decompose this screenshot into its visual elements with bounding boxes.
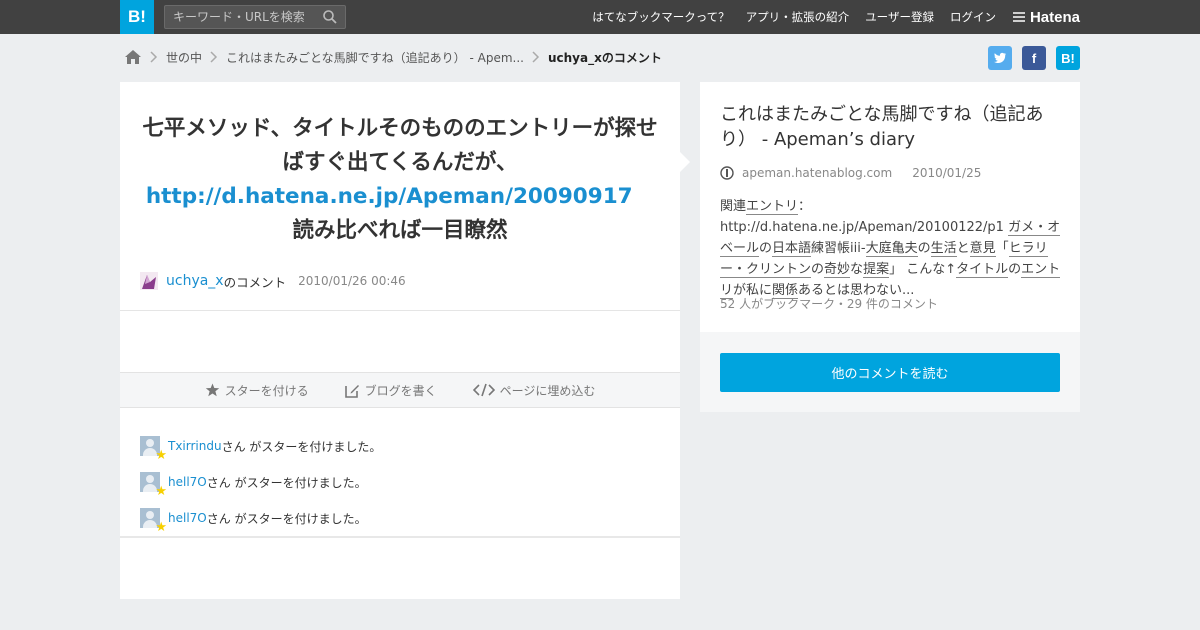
star-item: ★ Txirrindu さん がスターを付けました。 <box>140 428 660 464</box>
author-suffix: のコメント <box>223 274 287 290</box>
keyword-link[interactable]: エントリ <box>746 199 799 215</box>
breadcrumb-entry[interactable]: これはまたみごとな馬脚ですね（追記あり） - Apem... <box>226 49 524 66</box>
avatar[interactable] <box>140 272 158 290</box>
comment-link[interactable]: http://d.hatena.ne.jp/Apeman/20090917 <box>146 184 633 209</box>
entry-meta: apeman.hatenablog.com 2010/01/25 <box>720 166 981 180</box>
desc-text: と <box>956 241 970 256</box>
star-item: ★ hell7O さん がスターを付けました。 <box>140 500 660 536</box>
search-input[interactable] <box>165 6 315 28</box>
chevron-right-icon <box>150 51 158 63</box>
keyword-link[interactable]: 大庭亀夫 <box>865 241 918 257</box>
favicon-icon <box>720 166 734 180</box>
chevron-right-icon <box>532 51 540 63</box>
action-bar: スターを付ける ブログを書く ページに埋め込む <box>120 372 680 408</box>
star-user[interactable]: Txirrindu <box>168 439 222 453</box>
avatar[interactable]: ★ <box>140 472 167 498</box>
nav-about[interactable]: はてなブックマークって？ <box>592 9 729 25</box>
twitter-share-button[interactable] <box>988 46 1012 70</box>
add-star-button[interactable]: スターを付ける <box>205 382 309 399</box>
add-star-label: スターを付ける <box>224 383 309 398</box>
write-blog-button[interactable]: ブログを書く <box>344 382 437 399</box>
keyword-link[interactable]: 日本語 <box>772 241 812 257</box>
star-user[interactable]: hell7O <box>168 475 207 489</box>
desc-text: の <box>1008 262 1022 277</box>
star-text: さん がスターを付けました。 <box>206 475 367 490</box>
top-nav: はてなブックマークって？ アプリ・拡張の紹介 ユーザー登録 ログイン Haten… <box>576 0 1080 34</box>
comment-card: 七平メソッド、タイトルそのもののエントリーが探せばすぐ出てくるんだが、 http:… <box>120 82 680 599</box>
nav-login[interactable]: ログイン <box>950 9 996 25</box>
star-item: ★ hell7O さん がスターを付けました。 <box>140 464 660 500</box>
avatar[interactable]: ★ <box>140 436 167 462</box>
star-list: ★ Txirrindu さん がスターを付けました。 ★ hell7O さん が… <box>140 428 660 536</box>
author-name[interactable]: uchya_x <box>166 273 224 289</box>
entry-description: 関連エントリ：http://d.hatena.ne.jp/Apeman/2010… <box>720 196 1065 301</box>
read-other-comments-button[interactable]: 他のコメントを読む <box>720 353 1060 392</box>
keyword-link[interactable]: タイトル <box>956 262 1009 278</box>
divider <box>120 310 680 311</box>
comment-timestamp[interactable]: 2010/01/26 00:46 <box>298 274 406 288</box>
edit-icon <box>344 384 359 398</box>
nav-apps[interactable]: アプリ・拡張の紹介 <box>746 9 850 25</box>
star-text: さん がスターを付けました。 <box>206 511 367 526</box>
breadcrumb: 世の中 これはまたみごとな馬脚ですね（追記あり） - Apem... uchya… <box>124 46 662 68</box>
breadcrumb-category[interactable]: 世の中 <box>166 49 202 66</box>
entry-summary: これはまたみごとな馬脚ですね（追記あり） - Apeman’s diary ap… <box>700 82 1080 332</box>
search-icon[interactable] <box>323 10 337 24</box>
write-blog-label: ブログを書く <box>364 383 437 398</box>
comment-body: 七平メソッド、タイトルそのもののエントリーが探せばすぐ出てくるんだが、 http:… <box>140 112 660 248</box>
nav-register[interactable]: ユーザー登録 <box>865 9 934 25</box>
comment-author-row: uchya_x のコメント 2010/01/26 00:46 <box>140 271 406 291</box>
embed-label: ページに埋め込む <box>499 383 596 398</box>
entry-card: これはまたみごとな馬脚ですね（追記あり） - Apeman’s diary ap… <box>700 82 1080 412</box>
desc-text: 練習帳iii- <box>811 241 866 256</box>
search-box <box>164 5 346 29</box>
desc-text: の <box>811 262 825 277</box>
hatena-bookmark-share-button[interactable]: B! <box>1056 46 1080 70</box>
code-icon <box>472 383 495 397</box>
social-share: f B! <box>978 46 1080 70</box>
desc-text: 関連 <box>720 199 747 214</box>
star-icon <box>205 383 219 397</box>
divider <box>120 536 680 538</box>
entry-domain[interactable]: apeman.hatenablog.com <box>742 166 892 180</box>
breadcrumb-current: uchya_xのコメント <box>547 50 662 65</box>
comment-text-before: 七平メソッド、タイトルそのもののエントリーが探せばすぐ出てくるんだが、 <box>142 116 658 175</box>
desc-text: 」 こんな↑ <box>889 262 957 277</box>
keyword-link[interactable]: 奇妙 <box>824 262 851 278</box>
keyword-link[interactable]: 生活 <box>930 241 957 257</box>
keyword-link[interactable]: 意見 <box>969 241 996 257</box>
desc-text: 「 <box>995 241 1009 256</box>
yellow-star-icon: ★ <box>155 484 167 499</box>
entry-date: 2010/01/25 <box>912 166 982 180</box>
yellow-star-icon: ★ <box>155 448 167 463</box>
hatena-bookmark-logo[interactable]: B! <box>120 0 154 34</box>
card-pointer <box>680 152 690 172</box>
avatar[interactable]: ★ <box>140 508 167 534</box>
yellow-star-icon: ★ <box>155 520 167 535</box>
chevron-right-icon <box>210 51 218 63</box>
hatena-brand-link[interactable]: Hatena <box>1012 9 1080 26</box>
facebook-share-button[interactable]: f <box>1022 46 1046 70</box>
keyword-link[interactable]: 提案 <box>863 262 890 278</box>
star-text: さん がスターを付けました。 <box>221 439 382 454</box>
twitter-bird-icon <box>994 52 1006 64</box>
entry-title[interactable]: これはまたみごとな馬脚ですね（追記あり） - Apeman’s diary <box>720 102 1065 152</box>
top-bar: B! はてなブックマークって？ アプリ・拡張の紹介 ユーザー登録 ログイン Ha… <box>0 0 1200 34</box>
hatena-brand-text: Hatena <box>1029 8 1080 26</box>
desc-text: の <box>759 241 773 256</box>
desc-text: の <box>917 241 931 256</box>
star-user[interactable]: hell7O <box>168 511 207 525</box>
home-icon[interactable] <box>124 49 142 65</box>
embed-button[interactable]: ページに埋め込む <box>472 382 596 399</box>
entry-stats[interactable]: 52 人がブックマーク・29 件のコメント <box>720 295 938 312</box>
hatena-mark-icon <box>1012 12 1025 22</box>
desc-text: な <box>850 262 864 277</box>
